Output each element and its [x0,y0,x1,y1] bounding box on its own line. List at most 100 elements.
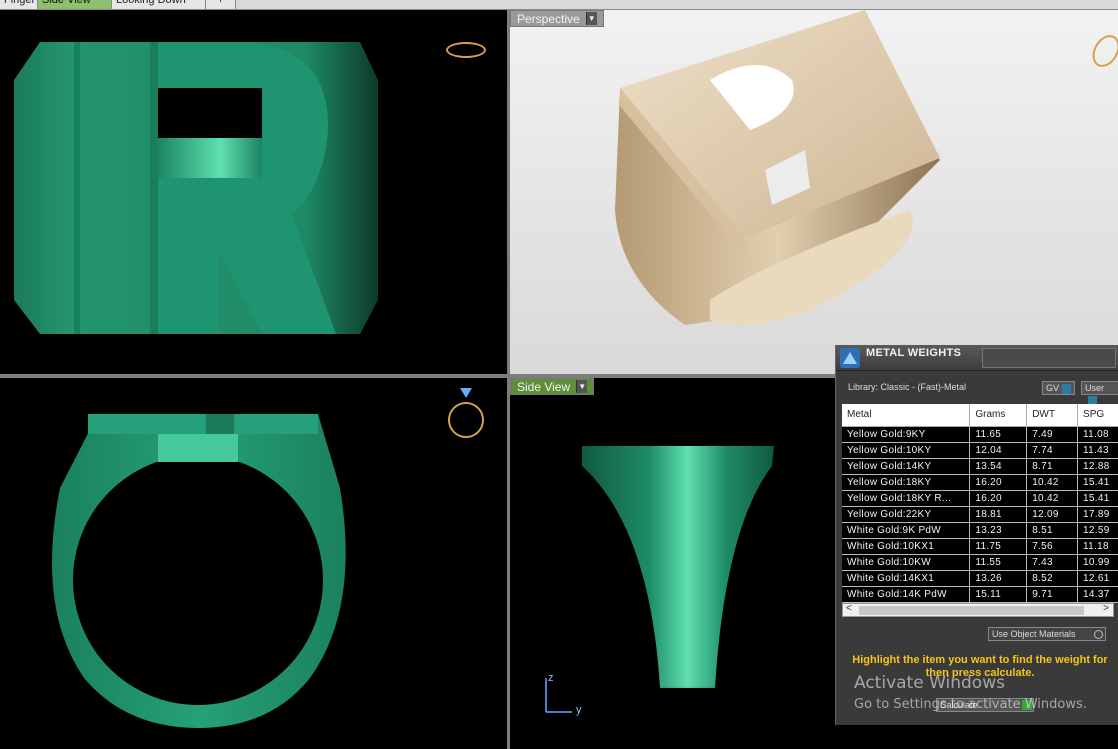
tab-side-view[interactable]: Side View [38,0,112,9]
table-row[interactable]: Yellow Gold:18KY R... 16.20 10.42 15.41 [842,490,1118,507]
cell-dwt: 9.71 [1026,586,1079,603]
axis-z-label: z [548,672,554,684]
cell-grams: 11.65 [969,426,1028,443]
cell-metal: Yellow Gold:14KY [842,458,971,475]
cell-metal: Yellow Gold:22KY [842,506,971,523]
axis-y-label: y [576,704,582,716]
cell-metal: Yellow Gold:9KY [842,426,971,443]
cell-metal: Yellow Gold:18KY R... [842,490,971,507]
user-label: User [1085,383,1105,393]
metal-weights-panel: METAL WEIGHTS Library: Classic - (Fast)-… [835,345,1118,725]
user-toggle[interactable]: User [1081,381,1118,406]
cell-grams: 12.04 [969,442,1028,459]
ring-orientation-icon[interactable] [446,42,486,58]
use-object-materials-label: Use Object Materials [992,629,1076,639]
side-ring-render [52,414,346,728]
cell-metal: White Gold:9K PdW [842,522,971,539]
cell-spg: 15.41 [1077,474,1118,491]
watermark-subtitle: Go to Settings to activate Windows. [854,697,1087,712]
viewport-side-ring[interactable] [0,378,507,749]
table-row[interactable]: Yellow Gold:9KY 11.65 7.49 11.08 [842,426,1118,443]
ring-orientation-icon[interactable] [448,402,484,438]
perspective-view-label[interactable]: Perspective ▼ [510,10,604,27]
side-view-label[interactable]: Side View ▼ [510,378,595,395]
activate-windows-watermark: Activate Windows Go to Settings to activ… [854,673,1087,712]
side-view-label-text: Side View [517,379,571,394]
use-object-materials-radio[interactable] [1094,630,1103,639]
table-row[interactable]: Yellow Gold:18KY 16.20 10.42 15.41 [842,474,1118,491]
scroll-right-arrow[interactable]: > [1103,603,1109,614]
cell-dwt: 7.43 [1026,554,1079,571]
column-header-spg[interactable]: SPG [1077,404,1118,427]
cell-spg: 11.18 [1077,538,1118,555]
column-header-dwt[interactable]: DWT [1026,404,1079,427]
watermark-title: Activate Windows [854,673,1005,693]
horizontal-scrollbar[interactable]: < > [842,603,1114,617]
perspective-render [615,10,940,326]
cell-metal: White Gold:14K PdW [842,586,971,603]
cell-grams: 13.26 [969,570,1028,587]
table-row[interactable]: White Gold:10KX1 11.75 7.56 11.18 [842,538,1118,555]
cell-metal: White Gold:14KX1 [842,570,971,587]
gv-checkbox[interactable] [1062,383,1072,394]
gv-toggle[interactable]: GV [1042,381,1076,395]
table-row[interactable]: White Gold:14KX1 13.26 8.52 12.61 [842,570,1118,587]
use-object-materials-option[interactable]: Use Object Materials [988,627,1106,641]
metal-weights-table: Metal Grams DWT SPG Yellow Gold:9KY 11.65… [842,404,1118,603]
cell-spg: 12.59 [1077,522,1118,539]
tab-add[interactable]: + [206,0,236,9]
table-row[interactable]: White Gold:14K PdW 15.11 9.71 14.37 [842,586,1118,603]
gv-label: GV [1046,383,1060,393]
library-label: Library: Classic - (Fast)-Metal [848,382,967,392]
cell-spg: 12.61 [1077,570,1118,587]
cell-grams: 11.75 [969,538,1028,555]
cell-dwt: 8.51 [1026,522,1079,539]
app-root: Finger Side View Looking Down + Perspect… [0,0,1118,749]
table-row[interactable]: White Gold:10KW 11.55 7.43 10.99 [842,554,1118,571]
cell-metal: White Gold:10KW [842,554,971,571]
cell-spg: 10.99 [1077,554,1118,571]
table-header-row: Metal Grams DWT SPG [842,404,1118,427]
cell-dwt: 10.42 [1026,490,1079,507]
chevron-down-icon[interactable]: ▼ [585,12,597,25]
front-view-render [14,42,378,334]
cell-spg: 17.89 [1077,506,1118,523]
cell-dwt: 10.42 [1026,474,1079,491]
scrollbar-thumb[interactable] [859,606,1084,615]
metal-weights-body: Yellow Gold:9KY 11.65 7.49 11.08 Yellow Gold… [842,426,1118,603]
viewport-front[interactable] [0,10,507,374]
scroll-left-arrow[interactable]: < [846,603,852,614]
column-header-grams[interactable]: Grams [969,404,1028,427]
panel-title: METAL WEIGHTS [866,347,962,359]
cell-spg: 11.43 [1077,442,1118,459]
metal-weights-icon [840,348,860,368]
cell-grams: 16.20 [969,474,1028,491]
chevron-down-icon[interactable]: ▼ [576,380,588,393]
cell-spg: 15.41 [1077,490,1118,507]
panel-header: METAL WEIGHTS [836,345,1118,371]
cell-dwt: 12.09 [1026,506,1079,523]
table-row[interactable]: Yellow Gold:14KY 13.54 8.71 12.88 [842,458,1118,475]
cell-spg: 12.88 [1077,458,1118,475]
cell-grams: 16.20 [969,490,1028,507]
tab-finger[interactable]: Finger [0,0,38,9]
cell-spg: 11.08 [1077,426,1118,443]
cell-dwt: 8.71 [1026,458,1079,475]
view-tab-bar: Finger Side View Looking Down + [0,0,1118,10]
cell-dwt: 7.49 [1026,426,1079,443]
panel-tab-strip [982,348,1116,368]
viewport-perspective[interactable]: Perspective ▼ [510,10,1118,374]
table-row[interactable]: White Gold:9K PdW 13.23 8.51 12.59 [842,522,1118,539]
viewport-divider-vertical[interactable] [507,10,510,749]
cell-grams: 18.81 [969,506,1028,523]
perspective-label-text: Perspective [517,11,580,26]
table-row[interactable]: Yellow Gold:22KY 18.81 12.09 17.89 [842,506,1118,523]
cell-grams: 15.11 [969,586,1028,603]
cell-grams: 13.54 [969,458,1028,475]
table-row[interactable]: Yellow Gold:10KY 12.04 7.74 11.43 [842,442,1118,459]
cell-grams: 13.23 [969,522,1028,539]
column-header-metal[interactable]: Metal [842,404,971,427]
cell-metal: Yellow Gold:18KY [842,474,971,491]
tab-looking-down[interactable]: Looking Down [112,0,206,9]
cell-spg: 14.37 [1077,586,1118,603]
